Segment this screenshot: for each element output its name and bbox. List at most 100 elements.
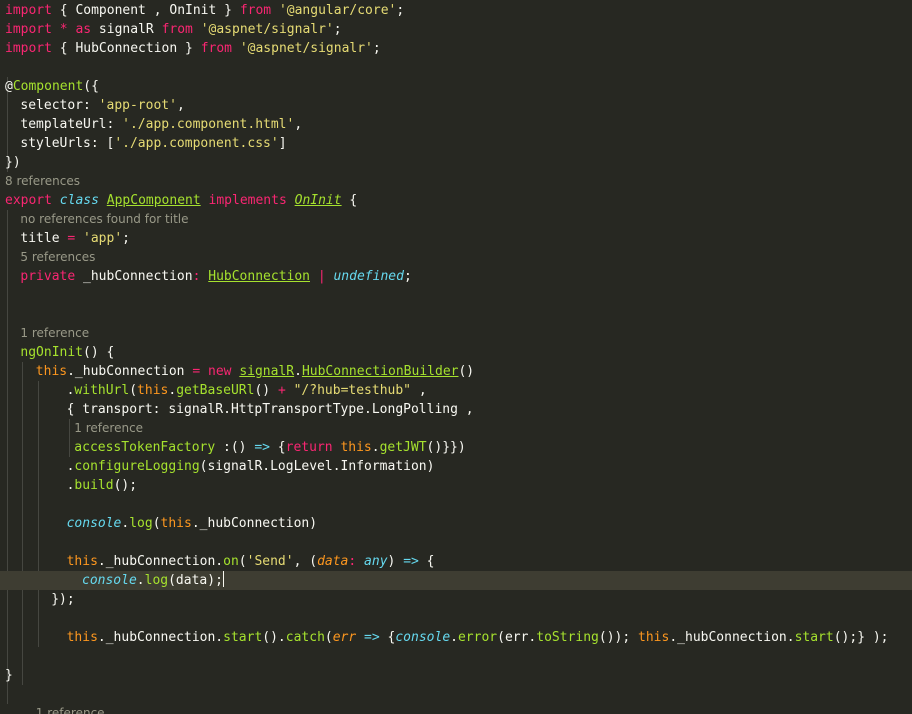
- codelens-reference-link[interactable]: 1 reference: [36, 704, 105, 714]
- code-text: this._hubConnection.start().catch(err =>…: [67, 628, 889, 647]
- code-token: .: [450, 630, 458, 645]
- code-token: on: [223, 554, 239, 569]
- code-token: '@aspnet/signalr': [239, 41, 373, 56]
- code-token: HubConnection: [208, 269, 310, 284]
- code-token: title: [20, 231, 68, 246]
- code-line[interactable]: }): [0, 153, 912, 172]
- code-token: =: [192, 364, 201, 379]
- code-token: *: [59, 22, 68, 37]
- blank-line[interactable]: [0, 495, 912, 514]
- code-token: undefined: [333, 269, 404, 284]
- blank-line[interactable]: [0, 685, 912, 704]
- code-token: private: [20, 269, 76, 284]
- codelens-line[interactable]: 1 reference: [0, 704, 912, 714]
- code-token: from: [239, 3, 272, 18]
- code-token: Component: [12, 79, 84, 94]
- blank-line[interactable]: [0, 305, 912, 324]
- code-text: import * as signalR from '@aspnet/signal…: [5, 20, 342, 39]
- code-token: 'app': [83, 231, 123, 246]
- code-text: .configureLogging(signalR.LogLevel.Infor…: [67, 457, 435, 476]
- codelens-line[interactable]: 8 references: [0, 172, 912, 191]
- codelens-line[interactable]: 1 reference: [0, 324, 912, 343]
- code-line[interactable]: { transport: signalR.HttpTransportType.L…: [0, 400, 912, 419]
- code-line[interactable]: this._hubConnection.on('Send', (data: an…: [0, 552, 912, 571]
- code-token: this: [35, 364, 68, 379]
- code-line[interactable]: accessTokenFactory :() => {return this.g…: [0, 438, 912, 457]
- codelens-reference-link[interactable]: no references found for title: [20, 210, 188, 229]
- code-token: ngOnInit: [20, 345, 84, 360]
- code-line[interactable]: @Component({: [0, 77, 912, 96]
- code-text: selector: 'app-root',: [20, 96, 184, 115]
- code-token: { HubConnection }: [51, 41, 201, 56]
- code-line[interactable]: import { HubConnection } from '@aspnet/s…: [0, 39, 912, 58]
- codelens-line[interactable]: 5 references: [0, 248, 912, 267]
- current-code-line[interactable]: console.log(data);: [0, 571, 912, 590]
- code-token: .: [136, 573, 145, 588]
- code-token: this: [66, 554, 98, 569]
- code-line[interactable]: import { Component , OnInit } from '@ang…: [0, 1, 912, 20]
- blank-line[interactable]: [0, 286, 912, 305]
- code-line[interactable]: console.log(this._hubConnection): [0, 514, 912, 533]
- code-token: styleUrls: [: [20, 136, 115, 151]
- code-token: ();} );: [833, 630, 889, 645]
- code-line[interactable]: });: [0, 590, 912, 609]
- code-line[interactable]: styleUrls: ['./app.component.css']: [0, 134, 912, 153]
- code-token: implements: [208, 193, 287, 208]
- code-line[interactable]: .build();: [0, 476, 912, 495]
- codelens-reference-link[interactable]: 1 reference: [74, 419, 143, 438]
- blank-line[interactable]: [0, 58, 912, 77]
- code-token: (: [152, 516, 161, 531]
- code-token: error: [457, 630, 498, 645]
- blank-line[interactable]: [0, 533, 912, 552]
- code-token: as: [75, 22, 92, 37]
- codelens-reference-link[interactable]: 5 references: [20, 248, 95, 267]
- code-token: templateUrl:: [20, 117, 123, 132]
- code-line[interactable]: .withUrl(this.getBaseURl() + "/?hub=test…: [0, 381, 912, 400]
- code-token: (err.: [497, 630, 537, 645]
- code-token: =>: [254, 440, 270, 455]
- code-token: ()}}): [426, 440, 466, 455]
- code-line[interactable]: .configureLogging(signalR.LogLevel.Infor…: [0, 457, 912, 476]
- code-token: signalR: [239, 364, 295, 379]
- code-token: signalR: [91, 22, 162, 37]
- codelens-reference-link[interactable]: 1 reference: [20, 324, 89, 343]
- code-line[interactable]: private _hubConnection: HubConnection | …: [0, 267, 912, 286]
- code-token: ,: [176, 98, 185, 113]
- code-text: export class AppComponent implements OnI…: [5, 191, 357, 210]
- code-line[interactable]: }: [0, 666, 912, 685]
- code-line[interactable]: import * as signalR from '@aspnet/signal…: [0, 20, 912, 39]
- code-token: selector:: [20, 98, 99, 113]
- code-token: ({: [83, 79, 99, 94]
- code-text: accessTokenFactory :() => {return this.g…: [74, 438, 465, 457]
- code-token: return: [285, 440, 333, 455]
- code-token: start: [794, 630, 834, 645]
- codelens-line[interactable]: no references found for title: [0, 210, 912, 229]
- code-token: "/?hub=testhub": [293, 383, 412, 398]
- code-token: @: [5, 79, 13, 94]
- code-token: });: [51, 592, 75, 607]
- code-line[interactable]: title = 'app';: [0, 229, 912, 248]
- code-editor[interactable]: import { Component , OnInit } from '@ang…: [0, 0, 912, 714]
- code-line[interactable]: this._hubConnection = new signalR.HubCon…: [0, 362, 912, 381]
- code-line[interactable]: ngOnInit() {: [0, 343, 912, 362]
- code-token: }): [5, 155, 21, 170]
- codelens-reference-link[interactable]: 8 references: [5, 172, 80, 191]
- code-token: (data);: [168, 573, 223, 588]
- code-token: from: [200, 41, 232, 56]
- codelens-line[interactable]: 1 reference: [0, 419, 912, 438]
- code-token: =: [67, 231, 76, 246]
- blank-line[interactable]: [0, 647, 912, 666]
- code-token: .: [371, 440, 380, 455]
- code-line[interactable]: templateUrl: './app.component.html',: [0, 115, 912, 134]
- code-token: configureLogging: [74, 459, 200, 474]
- blank-line[interactable]: [0, 609, 912, 628]
- code-line[interactable]: this._hubConnection.start().catch(err =>…: [0, 628, 912, 647]
- code-line[interactable]: export class AppComponent implements OnI…: [0, 191, 912, 210]
- code-line[interactable]: selector: 'app-root',: [0, 96, 912, 115]
